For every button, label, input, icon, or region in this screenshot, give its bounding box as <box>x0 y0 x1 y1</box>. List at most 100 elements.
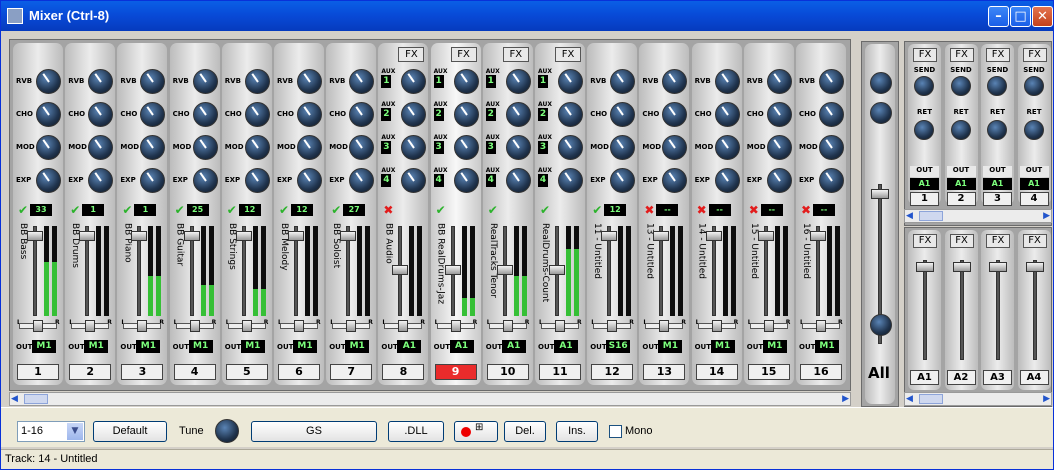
rvb-knob[interactable] <box>297 69 322 94</box>
aux-return-label[interactable]: A4 <box>1019 370 1049 385</box>
master-reverb-knob[interactable] <box>870 72 892 94</box>
track-number-button[interactable]: 4 <box>173 364 216 380</box>
cross-icon[interactable]: ✖ <box>383 203 393 217</box>
fx-button[interactable]: FX <box>555 47 581 62</box>
aux-number[interactable]: 1 <box>485 75 496 88</box>
channel-strip[interactable]: RVBCHOMODEXP✔33BB BassLROUTM11 <box>13 43 63 385</box>
pan-handle[interactable] <box>398 320 409 332</box>
pan-handle[interactable] <box>450 320 461 332</box>
track-number-button[interactable]: 6 <box>278 364 320 380</box>
return-knob[interactable] <box>914 120 934 140</box>
delete-button[interactable]: Del. <box>504 421 546 442</box>
send-knob[interactable] <box>914 76 934 96</box>
aux-number[interactable]: 2 <box>433 108 444 121</box>
patch-display[interactable]: 27 <box>343 204 366 216</box>
pan-slider[interactable] <box>384 320 423 332</box>
cho-knob[interactable] <box>36 102 61 127</box>
mod-knob[interactable] <box>36 135 61 160</box>
exp-knob[interactable] <box>714 168 740 193</box>
channel-strip[interactable]: FXAUX1AUX2AUX3AUX4✔RealTracks TenorLROUT… <box>482 43 533 385</box>
output-port-display[interactable]: A1 <box>501 340 526 353</box>
track-range-select[interactable]: 1-16 ▼ <box>17 421 85 442</box>
cho-knob[interactable] <box>453 102 479 127</box>
rvb-knob[interactable] <box>140 69 166 94</box>
aux-return-label[interactable]: A2 <box>946 370 976 385</box>
aux-number[interactable]: 1 <box>538 75 548 88</box>
pan-handle[interactable] <box>659 320 670 332</box>
volume-fader-handle[interactable] <box>131 231 148 241</box>
patch-display[interactable]: -- <box>708 204 731 216</box>
pan-slider[interactable] <box>71 320 110 332</box>
scroll-thumb[interactable] <box>24 394 48 404</box>
pan-handle[interactable] <box>555 320 565 332</box>
aux-return-fader-track[interactable] <box>1032 260 1037 360</box>
output-port-display[interactable]: M1 <box>345 340 370 353</box>
aux-fx-button[interactable]: FX <box>949 48 974 62</box>
aux-number[interactable]: 1 <box>433 75 444 88</box>
volume-fader-handle[interactable] <box>496 265 513 275</box>
exp-knob[interactable] <box>453 168 479 193</box>
title-bar[interactable]: Mixer (Ctrl-8) – □ ✕ <box>1 1 1053 31</box>
check-icon[interactable]: ✔ <box>18 203 28 217</box>
pan-slider[interactable] <box>123 320 162 332</box>
record-button[interactable]: ⊞ <box>454 421 498 442</box>
pan-slider[interactable] <box>802 320 840 332</box>
aux-number-button[interactable]: 1 <box>910 192 939 206</box>
pan-slider[interactable] <box>280 320 318 332</box>
check-icon[interactable]: ✔ <box>70 203 80 217</box>
patch-display[interactable]: -- <box>760 204 783 216</box>
output-port-display[interactable]: A1 <box>554 340 578 353</box>
cross-icon[interactable]: ✖ <box>801 203 811 217</box>
scroll-right-icon[interactable]: ▶ <box>1038 394 1050 404</box>
aux-number-button[interactable]: 4 <box>1019 192 1049 206</box>
cho-knob[interactable] <box>558 102 583 127</box>
pan-slider[interactable] <box>332 320 371 332</box>
aux-number[interactable]: 1 <box>381 75 392 88</box>
exp-knob[interactable] <box>766 168 792 193</box>
cho-knob[interactable] <box>766 102 792 127</box>
check-icon[interactable]: ✔ <box>488 203 498 217</box>
scroll-right-icon[interactable]: ▶ <box>837 394 849 404</box>
master-chorus-knob[interactable] <box>870 102 892 124</box>
pan-handle[interactable] <box>137 320 148 332</box>
cho-knob[interactable] <box>297 102 322 127</box>
patch-display[interactable]: 12 <box>238 204 261 216</box>
exp-knob[interactable] <box>610 168 636 193</box>
volume-fader-handle[interactable] <box>79 231 96 241</box>
rvb-knob[interactable] <box>558 69 583 94</box>
aux-return-fader-handle[interactable] <box>989 262 1007 272</box>
exp-knob[interactable] <box>662 168 688 193</box>
track-number-button[interactable]: 7 <box>330 364 373 380</box>
output-port-display[interactable]: A1 <box>397 340 422 353</box>
track-number-button[interactable]: 3 <box>121 364 164 380</box>
patch-display[interactable]: -- <box>813 204 835 216</box>
send-knob[interactable] <box>987 76 1007 96</box>
volume-fader-handle[interactable] <box>27 231 43 241</box>
patch-display[interactable]: 1 <box>82 204 105 216</box>
pan-handle[interactable] <box>502 320 513 332</box>
output-port-display[interactable]: M1 <box>240 340 265 353</box>
mod-knob[interactable] <box>401 135 427 160</box>
output-port-display[interactable]: M1 <box>293 340 317 353</box>
aux-fx-button[interactable]: FX <box>986 48 1010 62</box>
pan-handle[interactable] <box>816 320 826 332</box>
check-icon[interactable]: ✔ <box>436 203 446 217</box>
track-number-button[interactable]: 1 <box>17 364 59 380</box>
mod-knob[interactable] <box>244 135 270 160</box>
aux-return-fader-handle[interactable] <box>952 262 971 272</box>
scroll-left-icon[interactable]: ◀ <box>906 394 918 404</box>
fx-button[interactable]: FX <box>502 47 529 62</box>
channel-strip[interactable]: RVBCHOMODEXP✔25BB GuitarLROUTM14 <box>169 43 220 385</box>
check-icon[interactable]: ✔ <box>331 203 341 217</box>
aux-number[interactable]: 3 <box>485 141 496 154</box>
cho-knob[interactable] <box>505 102 531 127</box>
exp-knob[interactable] <box>88 168 114 193</box>
mod-knob[interactable] <box>505 135 531 160</box>
channel-strip[interactable]: FXAUX1AUX2AUX3AUX4✔RealDrums-CountLROUTA… <box>535 43 585 385</box>
channel-strip[interactable]: RVBCHOMODEXP✖--15 - UntitledLROUTM115 <box>743 43 794 385</box>
patch-display[interactable]: 12 <box>604 204 627 216</box>
check-icon[interactable]: ✔ <box>279 203 289 217</box>
mixer-horizontal-scrollbar[interactable]: ◀ ▶ <box>9 392 851 406</box>
volume-fader-handle[interactable] <box>653 231 670 241</box>
check-icon[interactable]: ✔ <box>227 203 237 217</box>
